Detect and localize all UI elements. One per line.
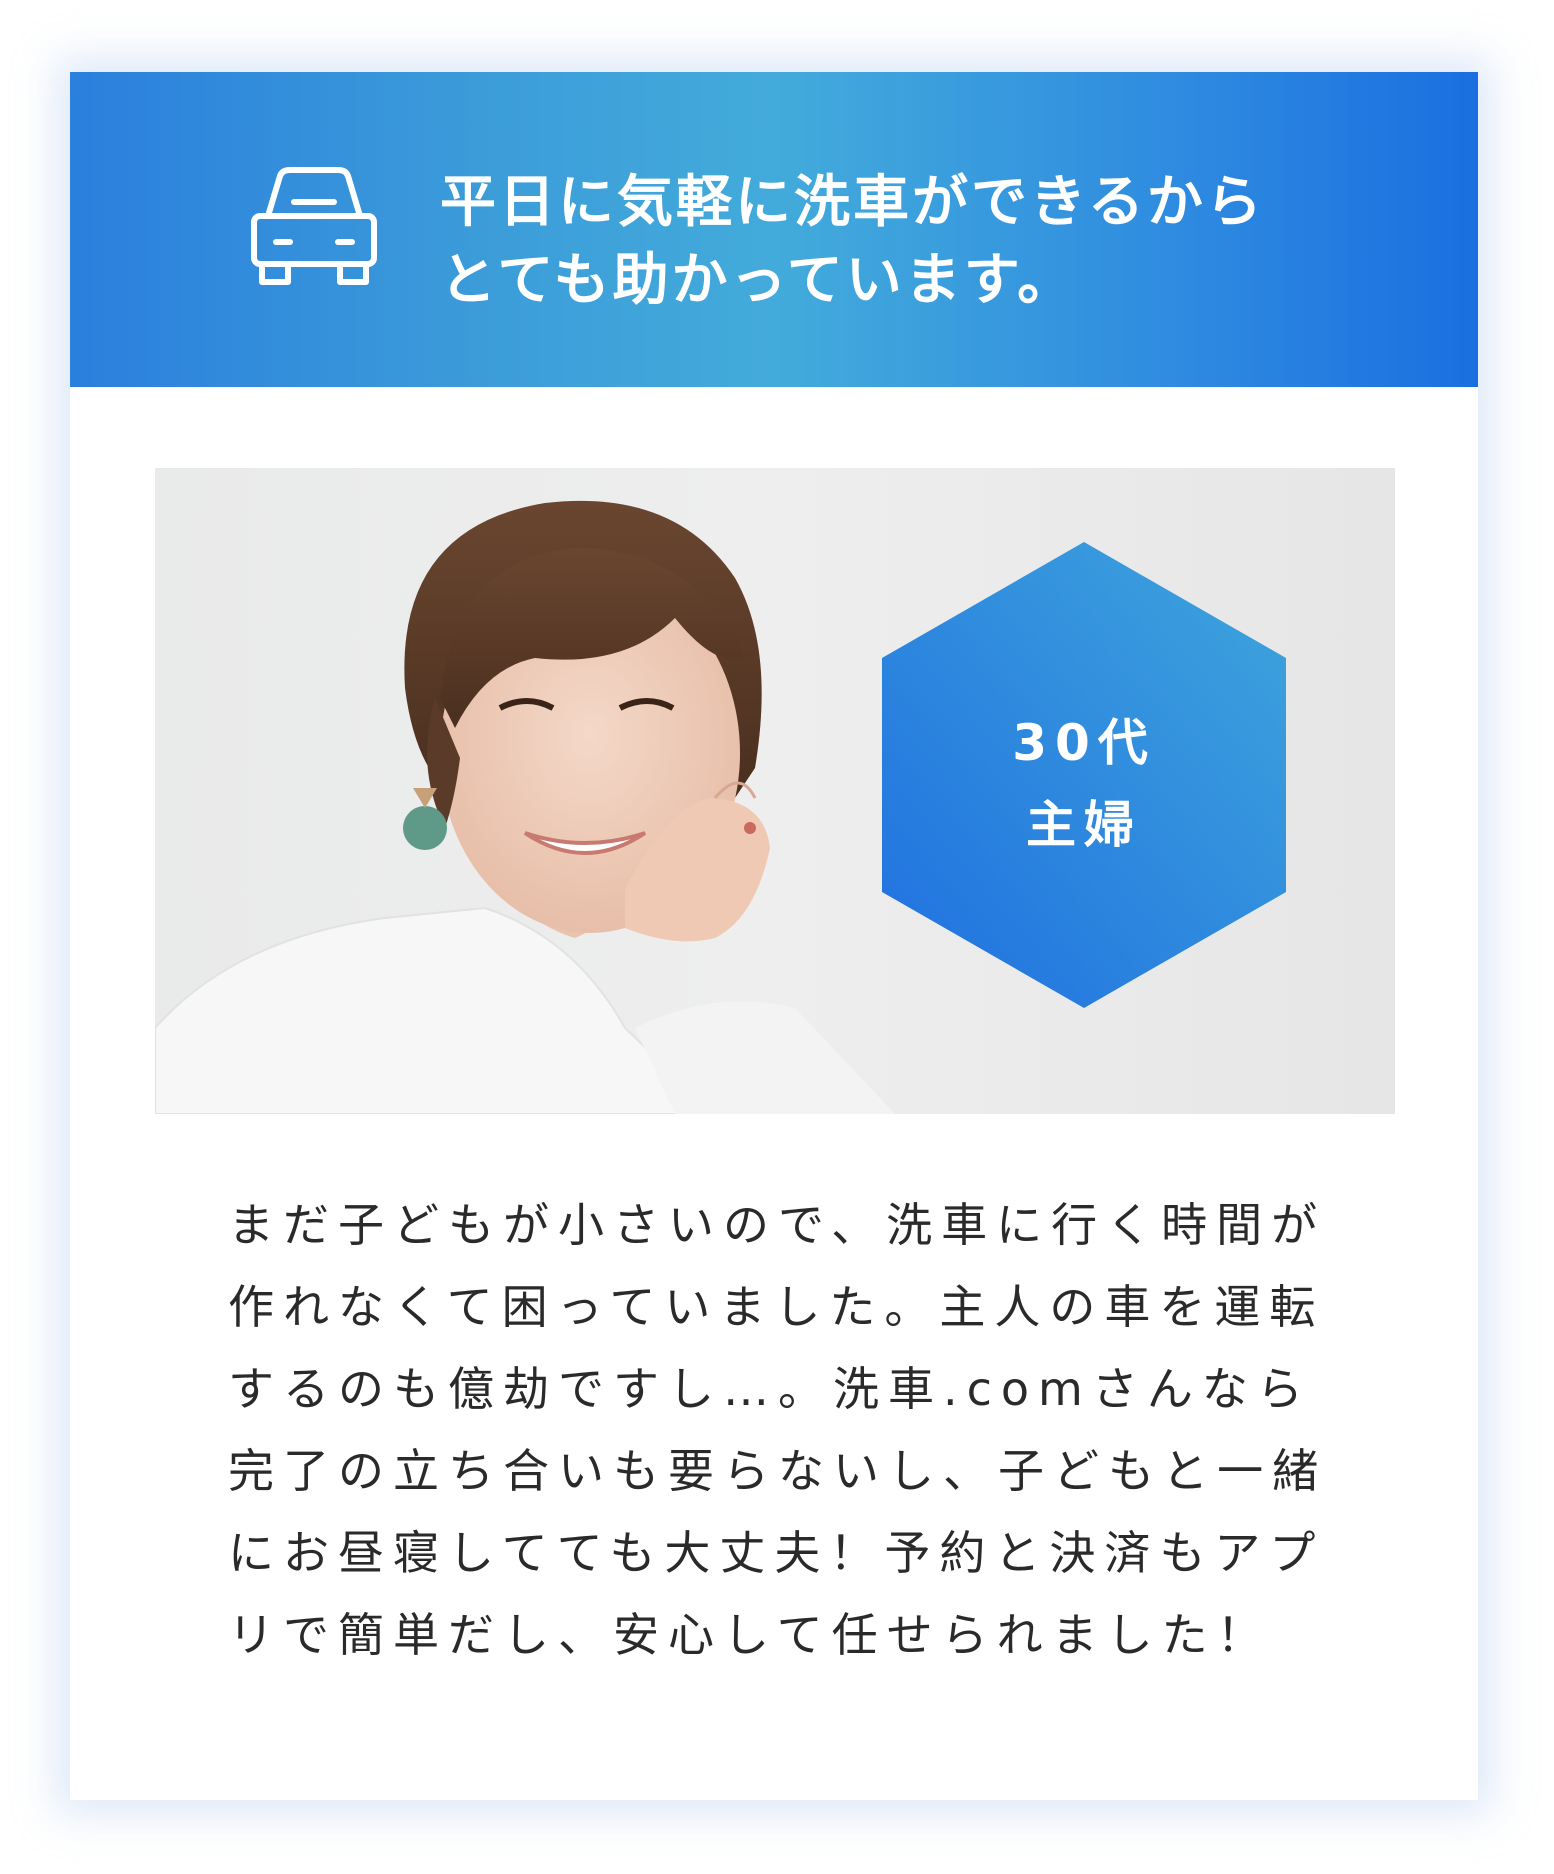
testimonial-line-6: リで簡単だし、安心して任せられました！ (228, 1608, 1272, 1662)
header-title-line-2: とても助かっています。 (440, 248, 1077, 313)
testimonial-line-5: にお昼寝してても大丈夫！予約と決済もアプ (228, 1526, 1325, 1580)
testimonial-card: 平日に気軽に洗車ができるから とても助かっています。 30代 主婦 まだ子どもが… (70, 72, 1478, 1800)
card-header: 平日に気軽に洗車ができるから とても助かっています。 (70, 72, 1478, 387)
testimonial-line-4: 完了の立ち合いも要らないし、子どもと一緒 (228, 1444, 1328, 1498)
profile-badge-text: 30代 主婦 (882, 702, 1286, 866)
testimonial-line-1: まだ子どもが小さいので、洗車に行く時間が (228, 1198, 1327, 1252)
badge-age: 30代 (1012, 714, 1156, 772)
header-title-line-1: 平日に気軽に洗車ができるから (440, 170, 1265, 235)
testimonial-line-3: するのも億劫ですし…。洗車.comさんなら (228, 1362, 1312, 1416)
testimonial-line-2: 作れなくて困っていました。主人の車を運転 (228, 1280, 1325, 1334)
car-icon (251, 167, 377, 285)
badge-occupation: 主婦 (1026, 796, 1142, 854)
header-title: 平日に気軽に洗車ができるから とても助かっています。 (440, 164, 1340, 320)
testimonial-text: まだ子どもが小さいので、洗車に行く時間が 作れなくて困っていました。主人の車を運… (228, 1184, 1488, 1676)
